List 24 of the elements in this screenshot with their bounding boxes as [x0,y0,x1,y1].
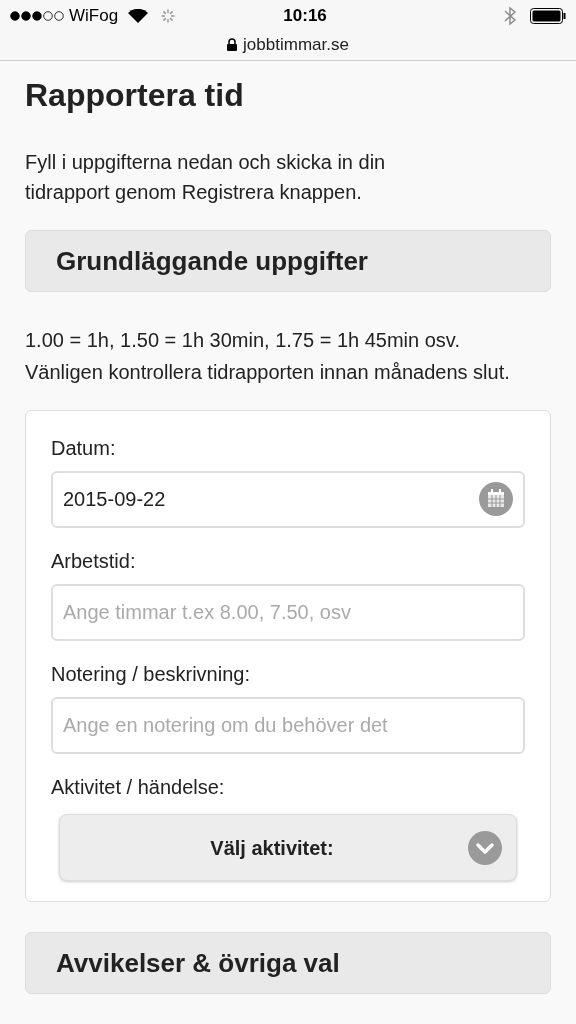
battery-icon [530,8,566,24]
field-label: Notering / beskrivning: [51,662,251,687]
url-text[interactable]: jobbtimmar.se [243,32,349,58]
carrier-name: WiFog [69,5,119,28]
lock-icon [227,38,238,52]
section-header[interactable]: Grundläggande uppgifter [25,230,551,292]
field-label: Aktivitet / händelse: [51,775,226,800]
field-label: Datum: [51,436,117,461]
activity-dropdown[interactable]: Välj aktivitet: [59,814,517,881]
clock-time: 10:16 [283,5,327,28]
field-label: Arbetstid: [51,549,137,574]
calendar-icon[interactable] [479,482,513,516]
date-field[interactable]: 2015-09-22 [51,471,525,528]
hint-text: 1.00 = 1h, 1.50 = 1h 30min, 1.75 = 1h 45min osv. Vänligen kontrollera tidrapporten innan månadens slut. [25,328,511,385]
signal-strength-icon [10,11,64,21]
page-title: Rapportera tid [25,76,245,115]
loading-spinner-icon [160,8,177,24]
chevron-down-icon [468,830,502,865]
bluetooth-icon [504,6,516,26]
section-header[interactable]: Avvikelser & övriga val [25,932,551,994]
intro-text: Fyll i uppgifterna nedan och skicka in din tidrapport genom Registrera knappen. [25,150,387,205]
input-field[interactable]: Ange en notering om du behöver det [51,697,525,754]
input-field[interactable]: Ange timmar t.ex 8.00, 7.50, osv [51,584,525,641]
wifi-icon [128,9,149,23]
